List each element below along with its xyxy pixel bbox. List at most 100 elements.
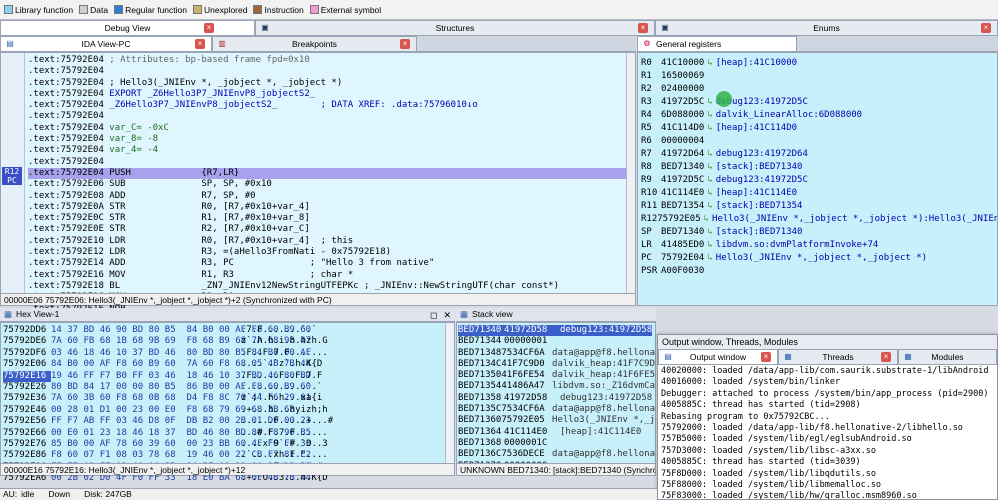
register-row[interactable]: R1 16500069 xyxy=(641,70,997,83)
register-row[interactable]: R4 6D088000 ↳ dalvik_LinearAlloc:6D088000 xyxy=(641,109,997,122)
register-row[interactable]: R7 41972D64 ↳ debug123:41972D64 xyxy=(641,148,997,161)
stack-row[interactable]: BED71360 75792E05 Hello3(_JNIEnv *,_j xyxy=(458,415,655,426)
register-row[interactable]: R2 02400000 xyxy=(641,83,997,96)
close-icon[interactable]: × xyxy=(195,39,205,49)
hex-scrollbar[interactable] xyxy=(445,323,454,463)
hex-row[interactable]: 75792DE6 7A 60 FB 68 1B 68 9B 69 F8 68 B9… xyxy=(3,336,454,347)
register-row[interactable]: PSR A00F0030 xyxy=(641,265,997,278)
hex-panel[interactable]: 75792DD6 14 37 BD 46 90 BD 80 B5 84 B0 00… xyxy=(0,322,455,483)
code-line[interactable]: .text:75792E04 ; Hello3(_JNIEnv *, _jobj… xyxy=(28,78,626,89)
disassembly-panel[interactable]: R12 PC .text:75792E04 ; Attributes: bp-b… xyxy=(0,52,636,314)
stack-icon: ▦ xyxy=(460,308,469,319)
close-icon[interactable]: × xyxy=(204,23,214,33)
close-icon[interactable]: × xyxy=(400,39,410,49)
code-line[interactable]: .text:75792E04 var_4= -4 xyxy=(28,145,626,156)
register-row[interactable]: SP BED71340 ↳ [stack]:BED71340 xyxy=(641,226,997,239)
code-line[interactable]: .text:75792E04 var_C= -0xC xyxy=(28,123,626,134)
stack-row[interactable]: BED7134C 41F7C9D0 dalvik_heap:41F7C9D xyxy=(458,359,655,370)
tab-modules[interactable]: ▦ Modules xyxy=(898,349,997,364)
tab-output-window[interactable]: ▤ Output window × xyxy=(658,349,778,364)
register-comment: [stack]:BED71340 xyxy=(715,227,803,237)
tab-threads[interactable]: ▦ Threads × xyxy=(778,349,898,364)
code-line[interactable]: .text:75792E04 xyxy=(28,66,626,77)
code-line[interactable]: .text:75792E14 ADD R3, PC ; "Hello 3 fro… xyxy=(28,258,626,269)
close-icon[interactable]: × xyxy=(638,23,648,33)
code-text: var_4= -4 xyxy=(103,145,159,156)
close-icon[interactable]: ✕ xyxy=(443,310,451,321)
tab-breakpoints[interactable]: ▥ Breakpoints × xyxy=(212,36,417,51)
code-line[interactable]: .text:75792E04 var_8= -8 xyxy=(28,134,626,145)
stack-row[interactable]: BED7135C 7534CF6A data@app@f8.hellona xyxy=(458,404,655,415)
register-row[interactable]: LR 41485ED0 ↳ libdvm.so:dvmPlatformInvoke+7… xyxy=(641,239,997,252)
hex-row[interactable]: 75792E26 80 BD 84 17 00 00 80 B5 86 B0 00… xyxy=(3,382,454,393)
code-line[interactable]: .text:75792E04 EXPORT _Z6Hello3P7_JNIEnv… xyxy=(28,89,626,100)
code-line[interactable]: .text:75792E12 LDR R3, =(aHello3FromNati… xyxy=(28,247,626,258)
hex-row[interactable]: 75792E56 FF F7 AB FF 03 46 D8 0F DB B2 00… xyxy=(3,416,454,427)
restore-icon[interactable]: ◻ xyxy=(430,310,437,321)
legend-item: Instruction xyxy=(253,5,304,15)
tab-stack-view[interactable]: ▦ Stack view xyxy=(456,307,513,321)
hex-tabstrip: ▦ Hex View-1 ◻ ✕ xyxy=(0,308,455,322)
code-line[interactable]: .text:75792E10 LDR R0, [R7,#0x10+var_4] … xyxy=(28,236,626,247)
hex-row[interactable]: 75792E76 85 B0 00 AF 78 60 39 60 00 23 BB… xyxy=(3,439,454,450)
register-row[interactable]: R6 00000004 xyxy=(641,135,997,148)
stack-row[interactable]: BED71354 41486A47 libdvm.so:_Z16dvmCa xyxy=(458,381,655,392)
register-row[interactable]: R11 BED71354 ↳ [stack]:BED71354 xyxy=(641,200,997,213)
register-row[interactable]: R10 41C114E0 ↳ [heap]:41C114E0 xyxy=(641,187,997,200)
document-icon: ▤ xyxy=(6,39,14,48)
code-line[interactable]: .text:75792E04 xyxy=(28,157,626,168)
tab-ida-view[interactable]: ▤ IDA View-PC × xyxy=(0,36,212,51)
register-comment: debug123:41972D5C xyxy=(715,175,808,185)
register-row[interactable]: R9 41972D5C ↳ debug123:41972D5C xyxy=(641,174,997,187)
code-scrollbar[interactable] xyxy=(626,53,635,293)
hex-row[interactable]: 75792E66 00 E0 01 23 18 46 18 37 BD 46 80… xyxy=(3,428,454,439)
tab-general-registers[interactable]: ⚙ General registers xyxy=(637,36,797,51)
stack-row[interactable]: BED71350 41F6FE54 dalvik_heap:41F6FE5 xyxy=(458,370,655,381)
stack-row[interactable]: BED7136C 7536DECE data@app@f8.hellona xyxy=(458,449,655,460)
register-row[interactable]: PC 75792E04 ↳ Hello3(_JNIEnv *,_jobject *,_… xyxy=(641,252,997,265)
code-line[interactable]: .text:75792E06 SUB SP, SP, #0x10 xyxy=(28,179,626,190)
stack-value: 41F6FE54 xyxy=(501,370,545,381)
legend-label: External symbol xyxy=(320,4,382,15)
close-icon[interactable]: × xyxy=(881,352,891,362)
code-line[interactable]: .text:75792E08 ADD R7, SP, #0 xyxy=(28,191,626,202)
tab-enums[interactable]: ▣ Enums × xyxy=(655,20,998,35)
tab-debug-view[interactable]: Debug View × xyxy=(0,20,255,35)
register-row[interactable]: R12 75792E05 ↳ Hello3(_JNIEnv *,_jobject *,… xyxy=(641,213,997,226)
hex-row[interactable]: 75792E06 84 B0 00 AF F8 60 B9 60 7A 60 F8… xyxy=(3,359,454,370)
code-line[interactable]: .text:75792E0E STR R2, [R7,#0x10+var_C] xyxy=(28,224,626,235)
code-line[interactable]: .text:75792E04 ; Attributes: bp-based fr… xyxy=(28,55,626,66)
code-line[interactable]: .text:75792E16 MOV R1, R3 ; char * xyxy=(28,270,626,281)
tab-hex-view[interactable]: ▦ Hex View-1 xyxy=(0,307,59,321)
code-line[interactable]: .text:75792E18 BL _ZN7_JNIEnv12NewString… xyxy=(28,281,626,292)
register-row[interactable]: R0 41C10000 ↳ [heap]:41C10000 xyxy=(641,57,997,70)
code-line[interactable]: .text:75792E04 xyxy=(28,111,626,122)
hex-row[interactable]: 75792E36 7A 60 3B 60 F8 68 0B 68 D4 F8 8C… xyxy=(3,393,454,404)
code-text: SUB SP, SP, #0x10 xyxy=(103,179,272,190)
code-line[interactable]: .text:75792E0A STR R0, [R7,#0x10+var_4] xyxy=(28,202,626,213)
code-line[interactable]: .text:75792E0C STR R1, [R7,#0x10+var_8] xyxy=(28,213,626,224)
stack-row[interactable]: BED71344 00000001 xyxy=(458,336,655,347)
register-comment: [heap]:41C114D0 xyxy=(715,123,798,133)
stack-row[interactable]: BED71368 0000001C xyxy=(458,438,655,449)
tab-structures[interactable]: ▣ Structures × xyxy=(255,20,655,35)
hex-row[interactable]: 75792DD6 14 37 BD 46 90 BD 80 B5 84 B0 00… xyxy=(3,325,454,336)
code-text: STR R1, [R7,#0x10+var_8] xyxy=(103,213,310,224)
stack-address: BED71354 xyxy=(458,381,502,392)
hex-row[interactable]: 75792DF6 03 46 18 46 10 37 BD 46 80 BD 80… xyxy=(3,348,454,359)
stack-row[interactable]: BED71348 7534CF6A data@app@f8.hellona xyxy=(458,348,655,359)
stack-row[interactable]: BED71340 41972D58 debug123:41972D58 xyxy=(458,325,655,337)
stack-row[interactable]: BED71364 41C114E0 [heap]:41C114E0 xyxy=(458,427,655,438)
hex-row[interactable]: 75792E46 00 28 01 D1 00 23 00 E0 F8 68 79… xyxy=(3,405,454,416)
close-icon[interactable]: × xyxy=(981,23,991,33)
hex-row[interactable]: 75792E16 19 46 FF F7 B0 FF 03 46 18 46 10… xyxy=(3,370,454,382)
code-line[interactable]: .text:75792E04 _Z6Hello3P7_JNIEnvP8_jobj… xyxy=(28,100,626,111)
register-row[interactable]: R5 41C114D0 ↳ [heap]:41C114D0 xyxy=(641,122,997,135)
hex-row[interactable]: 75792E86 F8 60 07 F1 08 03 78 68 19 46 00… xyxy=(3,450,454,461)
stack-row[interactable]: BED71358 41972D58 debug123:41972D58 xyxy=(458,393,655,404)
register-row[interactable]: R3 41972D5C ↳ debug123:41972D5C xyxy=(641,96,997,109)
close-icon[interactable]: × xyxy=(761,352,771,362)
stack-panel[interactable]: BED71340 41972D58 debug123:41972D58 BED7134… xyxy=(456,322,656,476)
register-row[interactable]: R8 BED71340 ↳ [stack]:BED71340 xyxy=(641,161,997,174)
code-line[interactable]: .text:75792E04 PUSH {R7,LR} xyxy=(28,167,626,180)
